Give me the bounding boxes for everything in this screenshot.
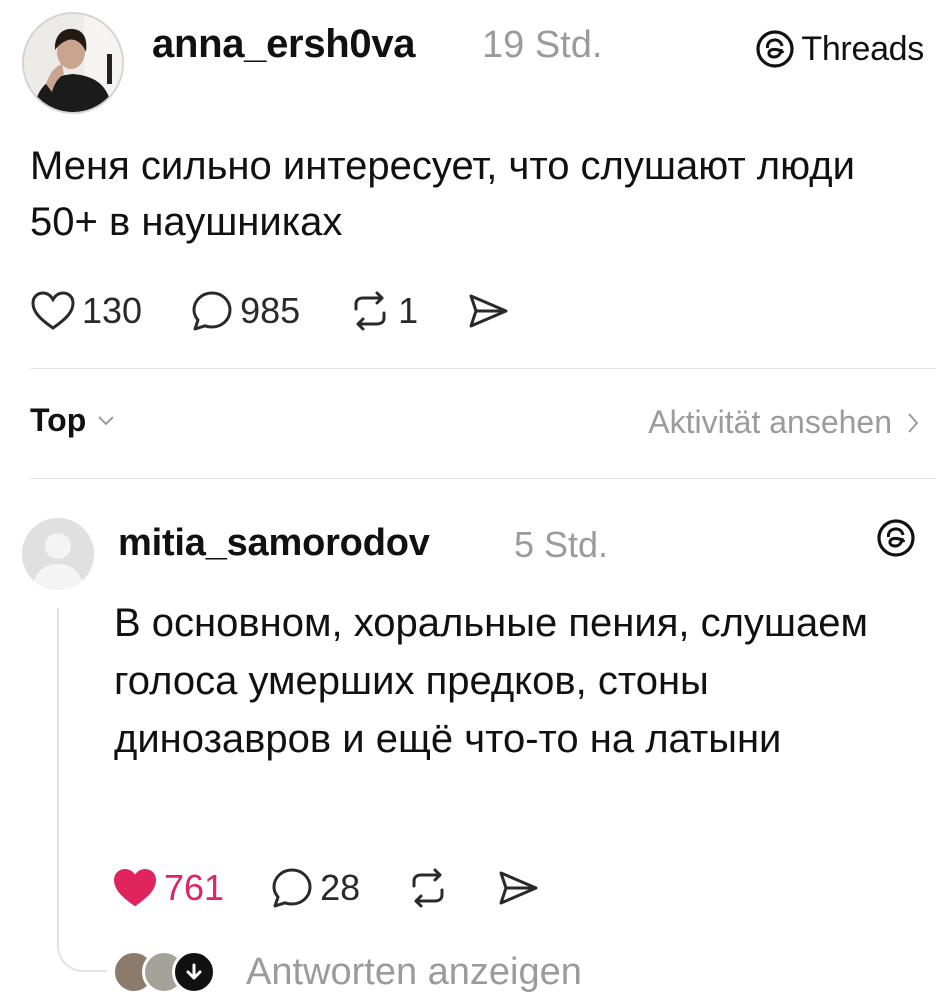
divider <box>30 478 936 479</box>
send-icon <box>469 294 508 328</box>
post-author-avatar[interactable] <box>22 12 124 114</box>
post-text: Меня сильно интересует, что слушают люди… <box>30 144 855 244</box>
comment-count: 985 <box>240 290 301 331</box>
repost-icon <box>354 291 386 331</box>
reply-threads-link[interactable] <box>876 518 916 563</box>
sort-dropdown[interactable]: Top <box>30 402 116 439</box>
thread-line-curve <box>57 936 107 972</box>
repost-count: 1 <box>398 290 419 331</box>
like-button[interactable]: 130 <box>30 290 142 332</box>
thread-line <box>57 608 59 938</box>
reply-like-count: 761 <box>164 867 225 908</box>
threads-label: Threads <box>801 29 924 68</box>
reply-timestamp: 5 Std. <box>514 524 609 565</box>
reply-like-button[interactable]: 761 <box>112 867 224 909</box>
reply-text: В основном, хоральные пения, слушаем гол… <box>114 601 869 761</box>
avatar-photo-icon <box>24 14 122 112</box>
chevron-down-icon <box>98 415 114 425</box>
divider <box>30 368 936 369</box>
comment-bubble-icon <box>272 868 312 908</box>
arrow-down-icon <box>186 963 202 980</box>
repost-button[interactable]: 1 <box>348 289 418 333</box>
reply-comment-button[interactable]: 28 <box>270 866 360 910</box>
reply-author-username[interactable]: mitia_samorodov <box>118 522 430 565</box>
view-activity-link[interactable]: Aktivität ansehen <box>648 404 920 441</box>
repost-icon <box>412 868 444 908</box>
default-avatar-icon <box>22 518 94 590</box>
reply-author-avatar[interactable] <box>22 518 94 590</box>
threads-logo-icon <box>756 30 794 68</box>
view-activity-label: Aktivität ansehen <box>648 404 892 440</box>
chevron-right-icon <box>908 412 919 433</box>
show-replies-label: Antworten anzeigen <box>246 950 582 993</box>
reply-comment-count: 28 <box>320 867 361 908</box>
replier-avatar-more <box>172 950 216 994</box>
show-replies-link[interactable]: Antworten anzeigen <box>112 950 582 994</box>
reply-share-button[interactable] <box>496 866 540 910</box>
reply-actions: 761 28 <box>112 862 586 914</box>
reply-repost-button[interactable] <box>406 866 450 910</box>
heart-icon <box>31 291 75 330</box>
open-in-threads-link[interactable]: Threads <box>755 24 924 74</box>
post-actions: 130 985 1 <box>30 286 558 336</box>
comment-button[interactable]: 985 <box>190 289 300 333</box>
sort-label: Top <box>30 402 87 438</box>
threads-logo-icon <box>877 519 915 557</box>
post-timestamp: 19 Std. <box>482 24 603 66</box>
share-button[interactable] <box>466 289 510 333</box>
threads-post-view: anna_ersh0va 19 Std. Threads Меня сильно… <box>0 0 936 994</box>
like-count: 130 <box>82 290 143 331</box>
reply-avatar-stack <box>112 950 230 994</box>
send-icon <box>499 871 538 905</box>
comment-bubble-icon <box>192 291 232 331</box>
post-author-username[interactable]: anna_ersh0va <box>152 22 416 67</box>
heart-filled-icon <box>113 868 157 907</box>
